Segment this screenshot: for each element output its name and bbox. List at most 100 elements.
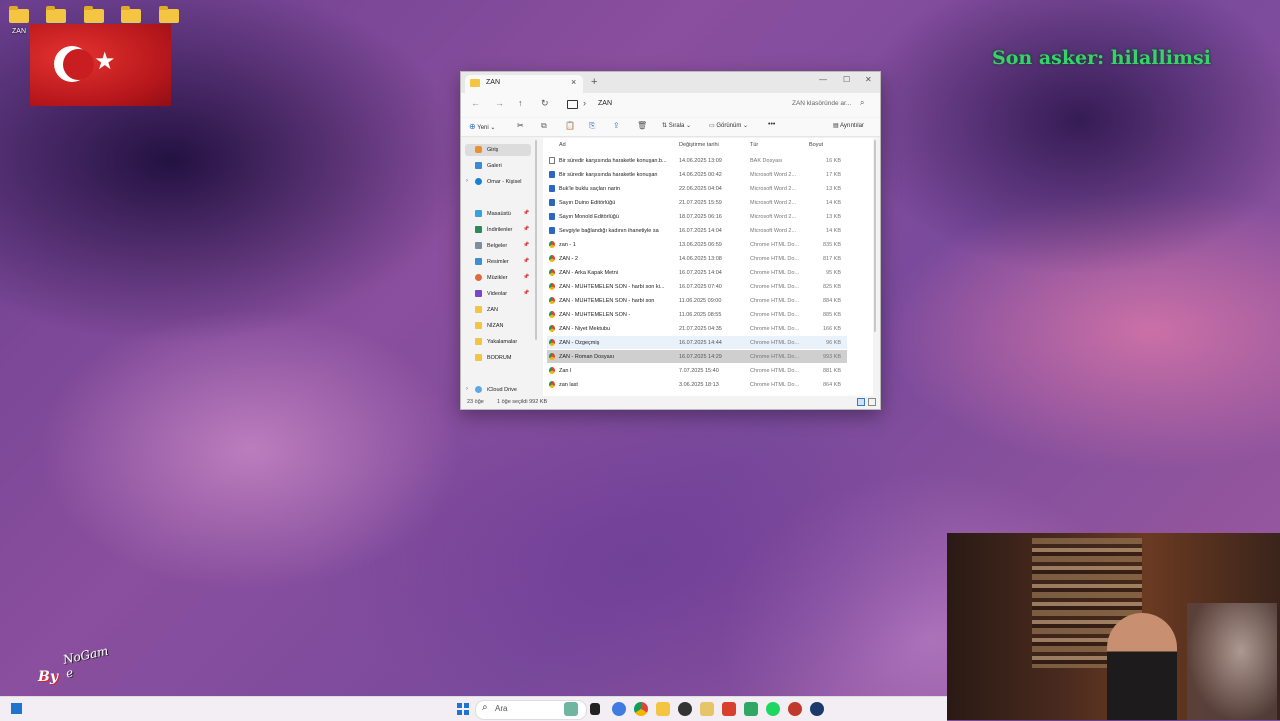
file-row[interactable]: Sevgiyle bağlandığı kadının ihanetiyle s…	[547, 224, 847, 237]
share-icon[interactable]: ⇪	[613, 121, 620, 130]
minimize-icon[interactable]: —	[819, 75, 827, 84]
column-header-type[interactable]: Tür	[750, 142, 758, 148]
up-icon[interactable]: ↑	[518, 98, 523, 108]
desktop-folder-icon-5[interactable]	[157, 6, 181, 24]
file-list-scrollbar[interactable]	[874, 140, 876, 332]
sidebar-item-downloads[interactable]: İndirilenler 📌	[465, 224, 531, 236]
notes-app-icon[interactable]	[700, 702, 714, 716]
chrome-icon	[549, 255, 555, 262]
column-header-date[interactable]: Değiştirme tarihi	[679, 142, 719, 148]
sidebar-item-desktop[interactable]: Masaüstü 📌	[465, 208, 531, 220]
file-explorer-window[interactable]: ZAN × + — ☐ ✕ ← → ↑ ↻ › ZAN ZAN klasörün…	[460, 71, 881, 410]
forward-icon[interactable]: →	[495, 98, 504, 108]
more-options-button[interactable]: •••	[768, 121, 775, 128]
paste-icon[interactable]: 📋	[565, 121, 575, 130]
file-row[interactable]: Sayın Duino Editörlüğü 21.07.2025 15:59 Mi…	[547, 196, 847, 209]
desktop-folder-icon-4[interactable]	[119, 6, 143, 24]
app-icon[interactable]	[678, 702, 692, 716]
column-header-name[interactable]: Ad	[559, 142, 566, 148]
recorder-icon[interactable]	[788, 702, 802, 716]
sidebar-item-gallery[interactable]: Galeri	[465, 160, 531, 172]
spotify-icon[interactable]	[766, 702, 780, 716]
file-row[interactable]: Bir süredir karşısında haraketle konuşan…	[547, 168, 847, 181]
sidebar-item-home[interactable]: Giriş	[465, 144, 531, 156]
sidebar-scrollbar[interactable]	[535, 140, 537, 340]
back-icon[interactable]: ←	[471, 98, 480, 108]
file-row[interactable]: ZAN - MUHTEMELEN SON - harbi son 11.06.20…	[547, 294, 847, 307]
file-row[interactable]: ZAN - 2 14.06.2025 13:08 Chrome HTML Do...…	[547, 252, 847, 265]
pin-icon: 📌	[523, 226, 530, 232]
desktop-folder-icon-2[interactable]	[44, 6, 68, 24]
file-row[interactable]: zan last 3.06.2025 18:13 Chrome HTML Do...…	[547, 378, 847, 391]
title-bar[interactable]: ZAN × + — ☐ ✕	[461, 72, 880, 93]
new-button[interactable]: ⊕ Yeni ⌄	[469, 122, 495, 131]
column-header-size[interactable]: Boyut	[809, 142, 823, 148]
sidebar-item-icloud[interactable]: › iCloud Drive	[465, 384, 531, 396]
excel-icon[interactable]	[744, 702, 758, 716]
turkish-flag-image: ★	[30, 24, 171, 106]
office-app-icon[interactable]	[722, 702, 736, 716]
desktop-folder-icon-3[interactable]	[82, 6, 106, 24]
sidebar-item-music[interactable]: Müzikler 📌	[465, 272, 531, 284]
steam-icon[interactable]	[810, 702, 824, 716]
delete-icon[interactable]: 🗑	[637, 121, 647, 130]
sidebar-item-zan[interactable]: ZAN	[465, 304, 531, 316]
maximize-icon[interactable]: ☐	[843, 75, 850, 84]
sidebar-item-onedrive[interactable]: › Omar - Kişisel	[465, 176, 531, 188]
weather-widget-icon[interactable]	[564, 702, 578, 716]
tab-zan[interactable]: ZAN ×	[465, 75, 583, 93]
this-pc-icon[interactable]	[567, 100, 578, 109]
file-list: Ad Değiştirme tarihi Tür Boyut Bir süred…	[543, 138, 873, 396]
file-row[interactable]: ZAN - Niyet Mektubu 21.07.2025 04:35 Chrom…	[547, 322, 847, 335]
file-row[interactable]: ZAN - Özgeçmiş 16.07.2025 14:44 Chrome HTM…	[547, 336, 847, 349]
file-row[interactable]: Bir süredir karşısında haraketle konuşan…	[547, 154, 847, 167]
rename-icon[interactable]: ⎘	[589, 121, 595, 131]
sidebar-item-captures[interactable]: Yakalamalar	[465, 336, 531, 348]
desktop-folder-icon-1[interactable]	[7, 6, 31, 24]
cloud-icon	[475, 178, 482, 185]
start-button[interactable]	[457, 703, 469, 715]
widgets-icon[interactable]	[11, 703, 22, 714]
file-row[interactable]: Zan I 7.07.2025 15:40 Chrome HTML Do... 881…	[547, 364, 847, 377]
close-icon[interactable]: ✕	[865, 75, 872, 84]
file-row[interactable]: ZAN - MUHTEMELEN SON -11.06.2025 08:55 Ch…	[547, 308, 847, 321]
tiles-view-icon[interactable]	[868, 398, 876, 406]
details-view-icon[interactable]	[857, 398, 865, 406]
copilot-icon[interactable]	[612, 702, 626, 716]
folder-icon	[470, 79, 480, 87]
search-input[interactable]: ZAN klasöründe ar... ⌕	[786, 96, 872, 113]
copy-icon[interactable]: ⧉	[541, 121, 547, 131]
sidebar-item-nizan[interactable]: NİZAN	[465, 320, 531, 332]
sidebar-item-bodrum[interactable]: BODRUM	[465, 352, 531, 364]
file-row-selected[interactable]: ZAN - Roman Dosyası 16.07.2025 14:29 Chrom…	[547, 350, 847, 363]
file-row[interactable]: Buk'le buklu saçları narin 22.06.2025 04:…	[547, 182, 847, 195]
close-tab-icon[interactable]: ×	[571, 77, 576, 87]
word-document-icon	[549, 185, 555, 192]
cut-icon[interactable]: ✂	[517, 121, 524, 130]
file-row[interactable]: zan - 1 13.06.2025 06:59 Chrome HTML Do...…	[547, 238, 847, 251]
sidebar-item-videos[interactable]: Videolar 📌	[465, 288, 531, 300]
chevron-right-icon: ›	[466, 386, 468, 392]
file-explorer-taskbar-icon[interactable]	[656, 702, 670, 716]
chrome-icon	[549, 269, 555, 276]
file-row[interactable]: Sayın Monold Editörlüğü 18.07.2025 06:16 M…	[547, 210, 847, 223]
file-row[interactable]: ZAN - MUHTEMELEN SON - harbi son ki... 16…	[547, 280, 847, 293]
sort-button[interactable]: ⇅ Sırala ⌄	[662, 122, 691, 129]
breadcrumb[interactable]: ZAN	[598, 100, 612, 107]
navigation-pane: Giriş Galeri › Omar - Kişisel Masaüstü 📌 İ…	[461, 138, 539, 396]
search-icon: ⌕	[860, 98, 865, 107]
folder-icon	[475, 338, 482, 345]
task-view-icon[interactable]	[590, 703, 600, 715]
refresh-icon[interactable]: ↻	[541, 98, 549, 109]
view-button[interactable]: ▭ Görünüm ⌄	[709, 122, 748, 129]
chrome-taskbar-icon[interactable]	[634, 702, 648, 716]
new-tab-icon[interactable]: +	[591, 76, 597, 88]
chrome-icon	[549, 339, 555, 346]
pin-icon: 📌	[523, 210, 530, 216]
file-row[interactable]: ZAN - Arka Kapak Metni 16.07.2025 14:04 Ch…	[547, 266, 847, 279]
sidebar-item-documents[interactable]: Belgeler 📌	[465, 240, 531, 252]
address-bar: ← → ↑ ↻ › ZAN ZAN klasöründe ar... ⌕	[461, 93, 880, 117]
folder-icon	[159, 6, 179, 23]
details-button[interactable]: ▤ Ayrıntılar	[833, 122, 864, 129]
sidebar-item-pictures[interactable]: Resimler 📌	[465, 256, 531, 268]
